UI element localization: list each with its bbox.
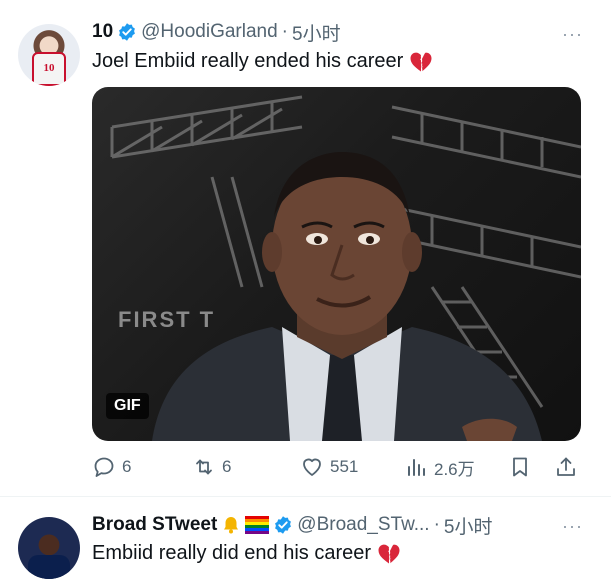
like-count: 551 <box>330 457 359 476</box>
tweet[interactable] <box>0 497 611 579</box>
avatar[interactable]: 10 <box>18 24 80 86</box>
jersey-number: 10 <box>43 62 55 74</box>
reply-icon <box>94 457 114 477</box>
like-button[interactable]: 551 <box>300 452 358 482</box>
person-figure <box>152 152 542 441</box>
avatar[interactable] <box>18 517 80 579</box>
bookmark-button[interactable] <box>508 452 532 482</box>
action-bar: 6 6 551 2.6万 <box>92 452 586 482</box>
views-count: 2.6万 <box>434 459 475 479</box>
timestamp[interactable]: 5小时 <box>292 19 341 46</box>
views-icon <box>408 459 425 476</box>
separator-dot: · <box>433 514 440 535</box>
gif-media[interactable]: FIRST T GIF <box>92 87 581 441</box>
avatar-shirt-graphic <box>28 555 70 579</box>
views-button[interactable]: 2.6万 <box>404 452 475 482</box>
share-icon <box>557 457 575 476</box>
handle[interactable]: @Broad_STw... <box>297 514 429 536</box>
tweet-text: Joel Embiid really ended his career <box>92 50 433 73</box>
tweet[interactable]: 10 10 @HoodiGarland · 5小时 ··· Joel Embii… <box>0 0 611 496</box>
reply-count: 6 <box>122 457 132 476</box>
handle[interactable]: @HoodiGarland <box>141 21 278 43</box>
share-button[interactable] <box>554 452 578 482</box>
jersey-graphic: 10 <box>32 52 66 86</box>
gif-badge: GIF <box>106 393 149 419</box>
broken-heart-emoji <box>378 544 400 563</box>
heart-icon <box>303 458 321 476</box>
tweet-text: Embiid really did end his career <box>92 542 401 565</box>
rainbow-flag-emoji <box>245 516 270 534</box>
retweet-icon <box>196 459 212 475</box>
verified-badge-icon <box>119 23 136 41</box>
tweet-text-content: Embiid really did end his career <box>92 542 372 564</box>
bookmark-icon <box>513 457 527 477</box>
retweet-count: 6 <box>222 457 232 476</box>
more-options-button[interactable]: ··· <box>562 24 583 45</box>
broken-heart-emoji <box>410 52 432 71</box>
timestamp[interactable]: 5小时 <box>444 512 493 539</box>
retweet-button[interactable]: 6 <box>192 452 231 482</box>
tweet-text-content: Joel Embiid really ended his career <box>92 50 404 72</box>
display-name[interactable]: 10 <box>92 21 113 43</box>
more-options-button[interactable]: ··· <box>562 516 583 537</box>
tweet-header: 10 @HoodiGarland · 5小时 <box>92 19 341 46</box>
separator-dot: · <box>281 21 288 42</box>
verified-badge-icon <box>275 516 292 534</box>
tweet-header: Broad STweet @Broad_STw... · 5小时 <box>92 512 493 539</box>
display-name[interactable]: Broad STweet <box>92 514 217 536</box>
reply-button[interactable]: 6 <box>92 452 131 482</box>
bell-emoji <box>221 515 241 535</box>
